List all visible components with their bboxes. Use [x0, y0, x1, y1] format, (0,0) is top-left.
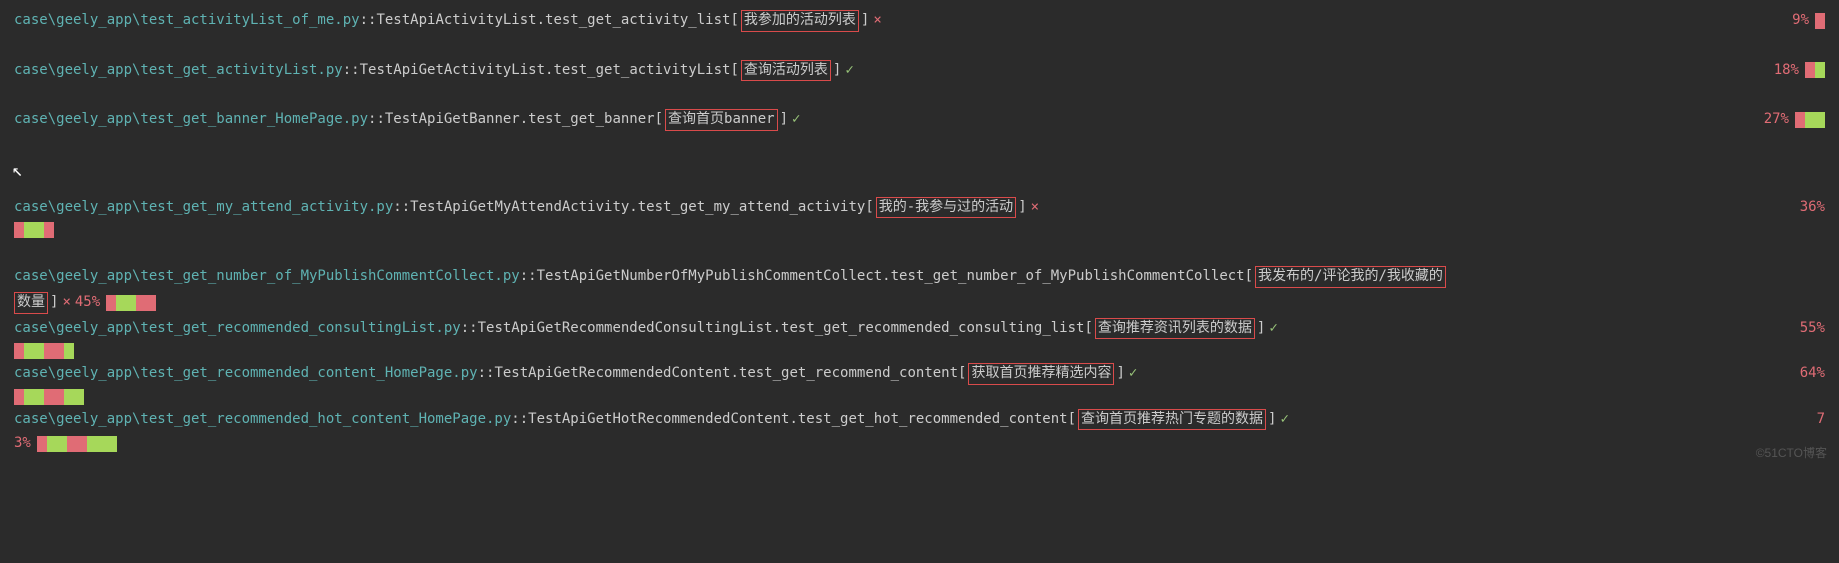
watermark: ©51CTO博客: [1756, 445, 1827, 462]
test-description: 查询首页banner: [665, 109, 778, 131]
test-name: TestApiGetRecommendedConsultingList.test…: [478, 319, 1085, 339]
progress-percent: 27%: [1744, 110, 1789, 130]
progress-bar-row: [14, 389, 1825, 405]
test-path: case\geely_app\test_get_banner_HomePage.…: [14, 110, 368, 130]
test-result-row: case\geely_app\test_get_recommended_cont…: [14, 363, 1825, 385]
fail-icon: ×: [1031, 198, 1039, 218]
test-path: case\geely_app\test_get_number_of_MyPubl…: [14, 267, 520, 287]
progress-percent: 9%: [1772, 11, 1809, 31]
progress-bar: [14, 222, 54, 238]
pass-icon: ✓: [845, 61, 853, 81]
progress-percent: 45%: [75, 293, 100, 313]
test-result-row: case\geely_app\test_get_number_of_MyPubl…: [14, 266, 1825, 288]
test-name: TestApiGetBanner.test_get_banner: [385, 110, 655, 130]
progress-percent-partial: 7: [1797, 410, 1825, 430]
progress-bar: [1815, 13, 1825, 29]
test-path: case\geely_app\test_activityList_of_me.p…: [14, 11, 360, 31]
progress-percent: 55%: [1780, 319, 1825, 339]
test-path: case\geely_app\test_get_recommended_cont…: [14, 364, 478, 384]
test-description: 查询活动列表: [741, 60, 831, 82]
progress-bar: [37, 436, 117, 452]
test-name: TestApiGetRecommendedContent.test_get_re…: [494, 364, 958, 384]
mouse-cursor-icon: ↖: [12, 158, 23, 183]
progress-percent: 36%: [1780, 198, 1825, 218]
progress-bar: [14, 389, 84, 405]
test-path: case\geely_app\test_get_recommended_cons…: [14, 319, 461, 339]
test-path: case\geely_app\test_get_recommended_hot_…: [14, 410, 511, 430]
test-result-row: case\geely_app\test_get_banner_HomePage.…: [14, 109, 1825, 131]
test-description: 查询首页推荐热门专题的数据: [1078, 409, 1266, 431]
test-result-row: case\geely_app\test_activityList_of_me.p…: [14, 10, 1825, 32]
test-result-row: case\geely_app\test_get_activityList.py:…: [14, 60, 1825, 82]
test-name: TestApiActivityList.test_get_activity_li…: [376, 11, 730, 31]
test-path: case\geely_app\test_get_my_attend_activi…: [14, 198, 393, 218]
test-description: 获取首页推荐精选内容: [968, 363, 1114, 385]
progress-bar: [1795, 112, 1825, 128]
test-result-row: case\geely_app\test_get_my_attend_activi…: [14, 197, 1825, 219]
fail-icon: ×: [62, 293, 70, 313]
fail-icon: ×: [873, 11, 881, 31]
progress-percent: 18%: [1754, 61, 1799, 81]
test-name: TestApiGetActivityList.test_get_activity…: [360, 61, 731, 81]
test-description: 我发布的/评论我的/我收藏的: [1255, 266, 1446, 288]
test-name: TestApiGetMyAttendActivity.test_get_my_a…: [410, 198, 865, 218]
test-name: TestApiGetNumberOfMyPublishCommentCollec…: [537, 267, 1245, 287]
test-result-wrap: 数量] ×45%: [14, 292, 1825, 314]
separator: ::: [360, 11, 377, 31]
test-description: 我的-我参与过的活动: [876, 197, 1016, 219]
pass-icon: ✓: [1280, 410, 1288, 430]
pass-icon: ✓: [1269, 319, 1277, 339]
test-path: case\geely_app\test_get_activityList.py: [14, 61, 343, 81]
test-description: 查询推荐资讯列表的数据: [1095, 318, 1255, 340]
progress-bar: [14, 343, 74, 359]
progress-bar-row: [14, 222, 1825, 238]
test-name: TestApiGetHotRecommendedContent.test_get…: [528, 410, 1067, 430]
progress-percent: 64%: [1780, 364, 1825, 384]
progress-bar-row: 3%: [14, 434, 1825, 454]
test-result-row: case\geely_app\test_get_recommended_cons…: [14, 318, 1825, 340]
progress-bar: [106, 295, 156, 311]
progress-percent-wrap: 3%: [14, 434, 31, 454]
test-result-row: case\geely_app\test_get_recommended_hot_…: [14, 409, 1825, 431]
pass-icon: ✓: [1129, 364, 1137, 384]
progress-bar: [1805, 62, 1825, 78]
test-description: 我参加的活动列表: [741, 10, 859, 32]
pass-icon: ✓: [792, 110, 800, 130]
test-description-wrap: 数量: [14, 292, 48, 314]
progress-bar-row: [14, 343, 1825, 359]
